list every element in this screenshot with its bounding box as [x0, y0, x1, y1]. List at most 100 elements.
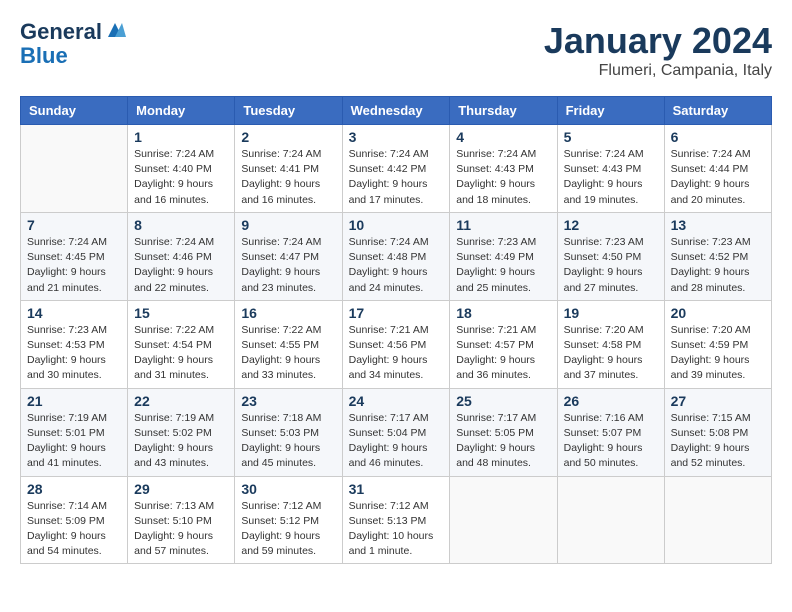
day-cell: 12Sunrise: 7:23 AM Sunset: 4:50 PM Dayli…: [557, 212, 664, 300]
day-cell: 25Sunrise: 7:17 AM Sunset: 5:05 PM Dayli…: [450, 388, 557, 476]
day-number: 28: [27, 481, 121, 497]
day-info: Sunrise: 7:19 AM Sunset: 5:01 PM Dayligh…: [27, 411, 121, 472]
day-number: 14: [27, 305, 121, 321]
day-number: 7: [27, 217, 121, 233]
day-number: 1: [134, 129, 228, 145]
day-number: 29: [134, 481, 228, 497]
location: Flumeri, Campania, Italy: [544, 62, 772, 80]
day-info: Sunrise: 7:21 AM Sunset: 4:57 PM Dayligh…: [456, 323, 550, 384]
day-info: Sunrise: 7:16 AM Sunset: 5:07 PM Dayligh…: [564, 411, 658, 472]
day-cell: 14 Sunrise: 7:23 AM Sunset: 4:53 PM Dayli…: [21, 300, 128, 388]
day-cell: 8Sunrise: 7:24 AM Sunset: 4:46 PM Daylig…: [128, 212, 235, 300]
day-cell: 4 Sunrise: 7:24 AM Sunset: 4:43 PM Daylig…: [450, 125, 557, 213]
day-info: Sunrise: 7:18 AM Sunset: 5:03 PM Dayligh…: [241, 411, 335, 472]
day-number: 10: [349, 217, 444, 233]
day-cell: 18 Sunrise: 7:21 AM Sunset: 4:57 PM Dayli…: [450, 300, 557, 388]
day-number: 18: [456, 305, 550, 321]
calendar-table: SundayMondayTuesdayWednesdayThursdayFrid…: [20, 96, 772, 564]
day-info: Sunrise: 7:19 AM Sunset: 5:02 PM Dayligh…: [134, 411, 228, 472]
day-cell: 30 Sunrise: 7:12 AM Sunset: 5:12 PM Dayli…: [235, 476, 342, 564]
day-cell: [450, 476, 557, 564]
day-info: Sunrise: 7:24 AM Sunset: 4:47 PM Dayligh…: [241, 235, 335, 296]
day-cell: 31 Sunrise: 7:12 AM Sunset: 5:13 PM Dayli…: [342, 476, 450, 564]
day-info: Sunrise: 7:15 AM Sunset: 5:08 PM Dayligh…: [671, 411, 765, 472]
day-cell: 15 Sunrise: 7:22 AM Sunset: 4:54 PM Dayli…: [128, 300, 235, 388]
day-cell: 23Sunrise: 7:18 AM Sunset: 5:03 PM Dayli…: [235, 388, 342, 476]
title-block: January 2024 Flumeri, Campania, Italy: [544, 20, 772, 80]
day-cell: [21, 125, 128, 213]
day-info: Sunrise: 7:17 AM Sunset: 5:04 PM Dayligh…: [349, 411, 444, 472]
day-info: Sunrise: 7:22 AM Sunset: 4:55 PM Dayligh…: [241, 323, 335, 384]
page-header: General Blue January 2024 Flumeri, Campa…: [20, 20, 772, 80]
day-number: 15: [134, 305, 228, 321]
day-number: 26: [564, 393, 658, 409]
weekday-header-monday: Monday: [128, 97, 235, 125]
day-info: Sunrise: 7:12 AM Sunset: 5:13 PM Dayligh…: [349, 499, 444, 560]
day-cell: 13 Sunrise: 7:23 AM Sunset: 4:52 PM Dayli…: [664, 212, 771, 300]
week-row-2: 7 Sunrise: 7:24 AM Sunset: 4:45 PM Daylig…: [21, 212, 772, 300]
day-info: Sunrise: 7:24 AM Sunset: 4:46 PM Dayligh…: [134, 235, 228, 296]
day-cell: [557, 476, 664, 564]
week-row-5: 28 Sunrise: 7:14 AM Sunset: 5:09 PM Dayli…: [21, 476, 772, 564]
day-number: 2: [241, 129, 335, 145]
day-cell: 29Sunrise: 7:13 AM Sunset: 5:10 PM Dayli…: [128, 476, 235, 564]
day-number: 31: [349, 481, 444, 497]
day-number: 27: [671, 393, 765, 409]
day-number: 24: [349, 393, 444, 409]
day-cell: 20Sunrise: 7:20 AM Sunset: 4:59 PM Dayli…: [664, 300, 771, 388]
day-cell: [664, 476, 771, 564]
logo-text: General: [20, 20, 102, 44]
day-number: 16: [241, 305, 335, 321]
day-info: Sunrise: 7:24 AM Sunset: 4:48 PM Dayligh…: [349, 235, 444, 296]
weekday-header-thursday: Thursday: [450, 97, 557, 125]
week-row-4: 21Sunrise: 7:19 AM Sunset: 5:01 PM Dayli…: [21, 388, 772, 476]
day-cell: 9 Sunrise: 7:24 AM Sunset: 4:47 PM Daylig…: [235, 212, 342, 300]
day-number: 17: [349, 305, 444, 321]
day-cell: 26 Sunrise: 7:16 AM Sunset: 5:07 PM Dayli…: [557, 388, 664, 476]
day-number: 30: [241, 481, 335, 497]
day-cell: 21Sunrise: 7:19 AM Sunset: 5:01 PM Dayli…: [21, 388, 128, 476]
day-cell: 19Sunrise: 7:20 AM Sunset: 4:58 PM Dayli…: [557, 300, 664, 388]
day-number: 5: [564, 129, 658, 145]
day-number: 6: [671, 129, 765, 145]
day-info: Sunrise: 7:23 AM Sunset: 4:49 PM Dayligh…: [456, 235, 550, 296]
day-number: 4: [456, 129, 550, 145]
day-cell: 22 Sunrise: 7:19 AM Sunset: 5:02 PM Dayli…: [128, 388, 235, 476]
day-cell: 24 Sunrise: 7:17 AM Sunset: 5:04 PM Dayli…: [342, 388, 450, 476]
day-cell: 1Sunrise: 7:24 AM Sunset: 4:40 PM Daylig…: [128, 125, 235, 213]
day-info: Sunrise: 7:24 AM Sunset: 4:43 PM Dayligh…: [456, 147, 550, 208]
weekday-header-sunday: Sunday: [21, 97, 128, 125]
logo-blue: Blue: [20, 44, 68, 68]
day-cell: 10 Sunrise: 7:24 AM Sunset: 4:48 PM Dayli…: [342, 212, 450, 300]
day-info: Sunrise: 7:12 AM Sunset: 5:12 PM Dayligh…: [241, 499, 335, 560]
day-number: 20: [671, 305, 765, 321]
weekday-header-row: SundayMondayTuesdayWednesdayThursdayFrid…: [21, 97, 772, 125]
month-title: January 2024: [544, 20, 772, 62]
week-row-3: 14 Sunrise: 7:23 AM Sunset: 4:53 PM Dayli…: [21, 300, 772, 388]
day-info: Sunrise: 7:24 AM Sunset: 4:45 PM Dayligh…: [27, 235, 121, 296]
day-number: 19: [564, 305, 658, 321]
day-info: Sunrise: 7:23 AM Sunset: 4:52 PM Dayligh…: [671, 235, 765, 296]
day-number: 9: [241, 217, 335, 233]
weekday-header-tuesday: Tuesday: [235, 97, 342, 125]
day-number: 25: [456, 393, 550, 409]
day-number: 22: [134, 393, 228, 409]
day-info: Sunrise: 7:24 AM Sunset: 4:41 PM Dayligh…: [241, 147, 335, 208]
day-number: 13: [671, 217, 765, 233]
day-cell: 17Sunrise: 7:21 AM Sunset: 4:56 PM Dayli…: [342, 300, 450, 388]
day-info: Sunrise: 7:22 AM Sunset: 4:54 PM Dayligh…: [134, 323, 228, 384]
day-cell: 5 Sunrise: 7:24 AM Sunset: 4:43 PM Daylig…: [557, 125, 664, 213]
weekday-header-saturday: Saturday: [664, 97, 771, 125]
day-info: Sunrise: 7:23 AM Sunset: 4:53 PM Dayligh…: [27, 323, 121, 384]
day-cell: 11Sunrise: 7:23 AM Sunset: 4:49 PM Dayli…: [450, 212, 557, 300]
day-info: Sunrise: 7:14 AM Sunset: 5:09 PM Dayligh…: [27, 499, 121, 560]
day-info: Sunrise: 7:24 AM Sunset: 4:43 PM Dayligh…: [564, 147, 658, 208]
day-cell: 16 Sunrise: 7:22 AM Sunset: 4:55 PM Dayli…: [235, 300, 342, 388]
logo: General Blue: [20, 20, 126, 68]
day-cell: 28 Sunrise: 7:14 AM Sunset: 5:09 PM Dayli…: [21, 476, 128, 564]
weekday-header-wednesday: Wednesday: [342, 97, 450, 125]
day-info: Sunrise: 7:23 AM Sunset: 4:50 PM Dayligh…: [564, 235, 658, 296]
day-number: 3: [349, 129, 444, 145]
weekday-header-friday: Friday: [557, 97, 664, 125]
day-info: Sunrise: 7:24 AM Sunset: 4:44 PM Dayligh…: [671, 147, 765, 208]
